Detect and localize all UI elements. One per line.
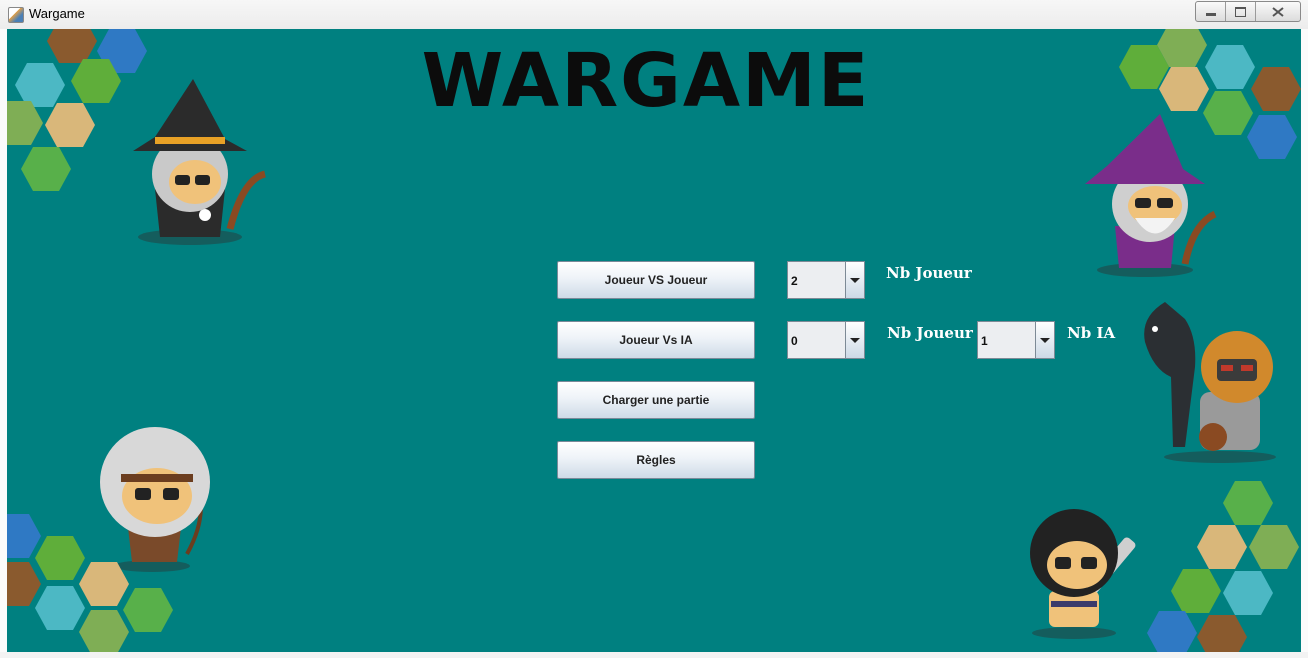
pvai-ai-count-value: 1 bbox=[981, 334, 988, 348]
pvai-player-count-dropdown-button[interactable] bbox=[845, 322, 864, 358]
pvp-player-count-dropdown-button[interactable] bbox=[845, 262, 864, 298]
window-title: Wargame bbox=[29, 6, 85, 21]
knight-horse-character bbox=[1144, 302, 1276, 463]
pvp-player-count-label: Nb Joueur bbox=[886, 264, 972, 282]
close-icon bbox=[1272, 6, 1284, 17]
minimize-icon bbox=[1205, 13, 1216, 16]
load-game-button[interactable]: Charger une partie bbox=[557, 381, 755, 419]
chevron-down-icon bbox=[1040, 337, 1050, 343]
hex-tiles-bottom-right bbox=[1147, 481, 1299, 652]
wizard-character bbox=[1085, 114, 1217, 277]
hex-tiles-bottom-left bbox=[7, 514, 173, 652]
chevron-down-icon bbox=[850, 277, 860, 283]
game-title: WARGAME bbox=[421, 38, 871, 124]
pvai-ai-count-dropdown-button[interactable] bbox=[1035, 322, 1054, 358]
rules-button[interactable]: Règles bbox=[557, 441, 755, 479]
pvai-player-count-select[interactable]: 0 bbox=[787, 321, 865, 359]
player-vs-ai-button[interactable]: Joueur Vs IA bbox=[557, 321, 755, 359]
warrior-character bbox=[1030, 509, 1136, 639]
window-frame-bottom bbox=[0, 652, 1308, 658]
pvp-player-count-value: 2 bbox=[791, 274, 798, 288]
pvai-ai-count-label: Nb IA bbox=[1067, 324, 1116, 342]
main-panel: WARGAME Joueur VS Joueur Joueur Vs IA Ch… bbox=[7, 29, 1301, 652]
chevron-down-icon bbox=[850, 337, 860, 343]
minimize-button[interactable] bbox=[1196, 2, 1226, 21]
pvai-player-count-label: Nb Joueur bbox=[887, 324, 973, 342]
maximize-icon bbox=[1235, 6, 1246, 17]
close-button[interactable] bbox=[1256, 2, 1300, 21]
window-titlebar: Wargame bbox=[0, 0, 1308, 29]
window-controls bbox=[1195, 1, 1301, 22]
java-app-icon bbox=[8, 7, 24, 23]
pvai-player-count-value: 0 bbox=[791, 334, 798, 348]
pvp-player-count-select[interactable]: 2 bbox=[787, 261, 865, 299]
maximize-button[interactable] bbox=[1226, 2, 1256, 21]
player-vs-player-button[interactable]: Joueur VS Joueur bbox=[557, 261, 755, 299]
pvai-ai-count-select[interactable]: 1 bbox=[977, 321, 1055, 359]
